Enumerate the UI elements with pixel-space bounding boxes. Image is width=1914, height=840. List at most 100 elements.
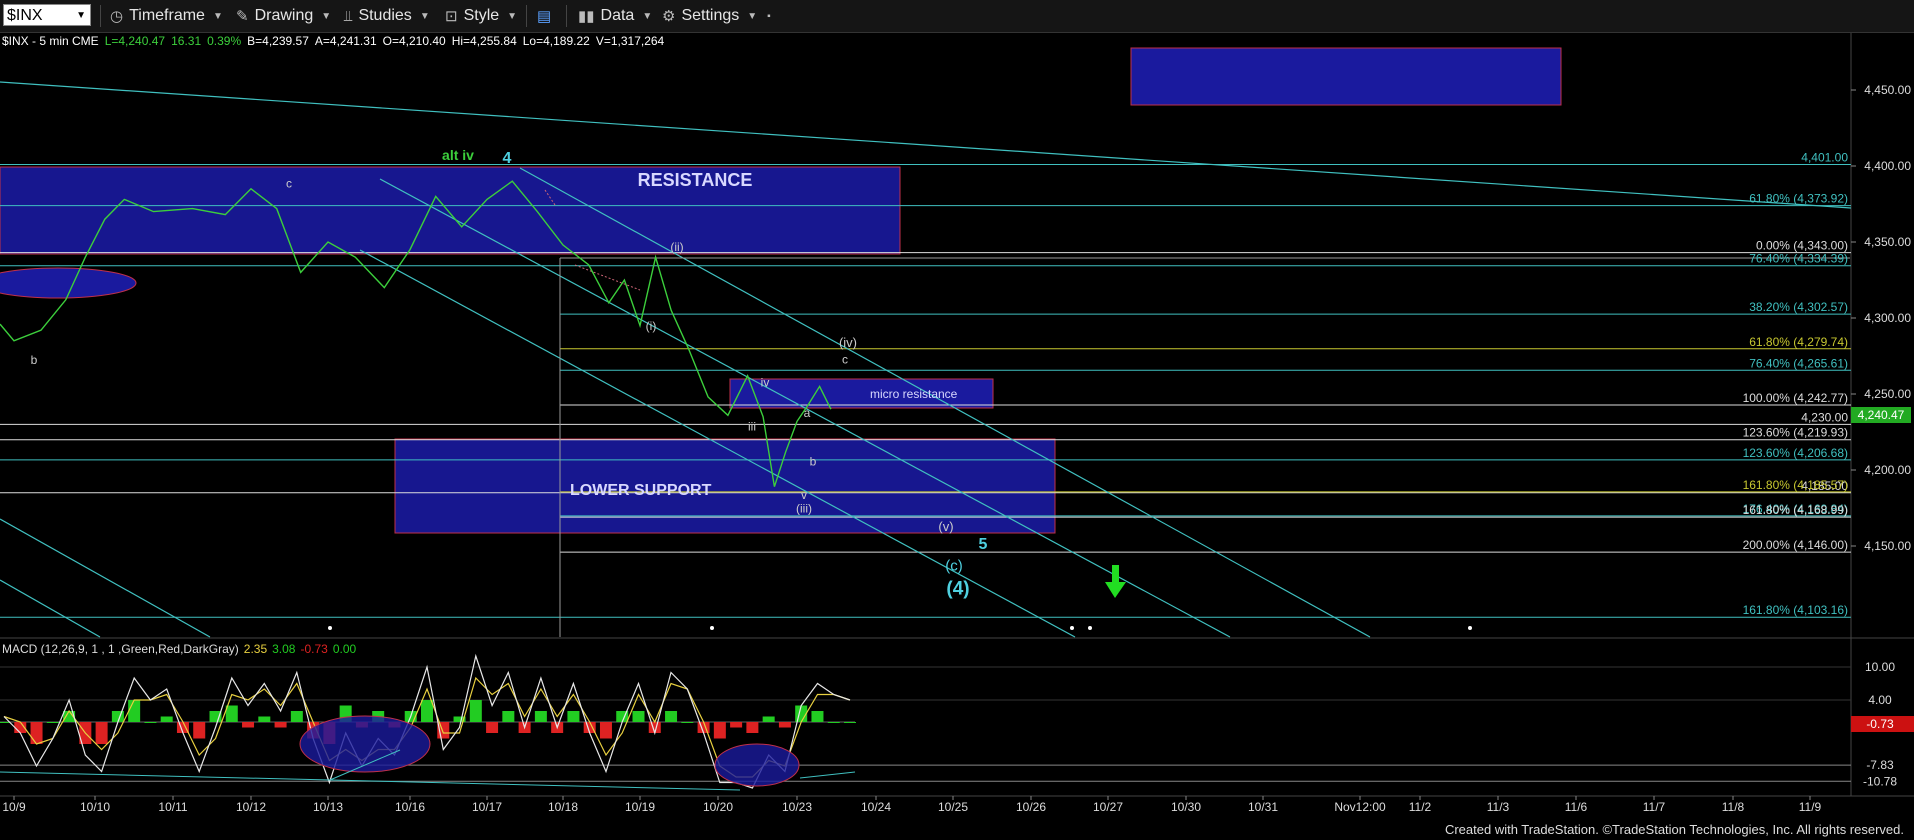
y-tick-label: 4,150.00 bbox=[1864, 539, 1911, 553]
x-tick-label: 10/10 bbox=[80, 800, 110, 814]
down-arrow-icon bbox=[1105, 565, 1126, 598]
macd-hist-bar bbox=[746, 722, 759, 733]
price-chart[interactable]: RESISTANCELOWER SUPPORTmicro resistance … bbox=[0, 0, 1914, 840]
y-tick-label: 4,450.00 bbox=[1864, 83, 1911, 97]
fib-level-label: 161.80% (4,103.16) bbox=[1743, 603, 1848, 617]
macd-hist-bar bbox=[827, 722, 840, 723]
macd-hist-bar bbox=[599, 722, 612, 739]
current-price-text: 4,240.47 bbox=[1858, 408, 1905, 422]
x-tick-label: 10/16 bbox=[395, 800, 425, 814]
fib-level-label: 161.80% (4,185.57) bbox=[1743, 478, 1848, 492]
x-tick-label: 11/3 bbox=[1487, 800, 1510, 814]
macd-legend-title: MACD (12,26,9, 1 , 1 ,Green,Red,DarkGray… bbox=[2, 642, 239, 656]
wave-label: (4) bbox=[946, 579, 969, 600]
x-tick-label: 10/19 bbox=[625, 800, 655, 814]
macd-highlight-ellipse bbox=[299, 715, 431, 773]
macd-signal-value: 3.08 bbox=[272, 642, 296, 656]
macd-hist-bar bbox=[95, 722, 108, 744]
level-labels: 4,401.00 61.80% (4,373.92) 0.00% (4,343.00… bbox=[1743, 150, 1849, 617]
x-tick-label: 11/7 bbox=[1643, 800, 1666, 814]
y-tick-label: 4,400.00 bbox=[1864, 159, 1911, 173]
y-tick-label: 4,300.00 bbox=[1864, 311, 1911, 325]
macd-hist-bar bbox=[290, 711, 303, 722]
dashed-connector bbox=[574, 264, 641, 291]
fib-level-label: 200.00% (4,146.00) bbox=[1743, 538, 1848, 552]
price-axis: 4,450.00 4,400.00 4,350.00 4,300.00 4,250.00… bbox=[1851, 83, 1911, 553]
macd-hist-bar bbox=[225, 705, 238, 722]
x-tick-label: 11/2 bbox=[1409, 800, 1432, 814]
channel-line-4 bbox=[0, 518, 211, 638]
info-low: Lo=4,189.22 bbox=[522, 34, 590, 48]
wave-label: (iv) bbox=[839, 335, 857, 350]
wave-label: v bbox=[801, 488, 807, 502]
fib-level-label: 61.80% (4,373.92) bbox=[1749, 192, 1848, 206]
macd-hist-bar bbox=[681, 722, 694, 723]
macd-hist-bar bbox=[193, 722, 206, 739]
macd-zero-value: 0.00 bbox=[332, 642, 357, 656]
wave-label: b bbox=[31, 353, 38, 367]
x-tick-label: 10/25 bbox=[938, 800, 968, 814]
wave-label: c bbox=[842, 353, 848, 367]
wave-label: b bbox=[810, 454, 817, 468]
x-tick-label: 10/31 bbox=[1248, 800, 1278, 814]
macd-hist-bar bbox=[144, 722, 157, 723]
macd-hist-bar bbox=[30, 722, 43, 744]
zone-label-resistance: RESISTANCE bbox=[638, 170, 753, 190]
macd-legend: MACD (12,26,9, 1 , 1 ,Green,Red,DarkGray… bbox=[2, 642, 361, 656]
wave-label: (iii) bbox=[796, 502, 812, 516]
time-axis: 10/9 10/10 10/11 10/12 10/13 10/16 10/17 10/18 1… bbox=[2, 796, 1822, 814]
macd-value: 2.35 bbox=[243, 642, 268, 656]
x-tick-label: 11/6 bbox=[1565, 800, 1588, 814]
baseline-dots bbox=[328, 626, 1472, 630]
lower-support-zone bbox=[394, 438, 1056, 534]
macd-current-text: -0.73 bbox=[1866, 717, 1894, 731]
macd-hist-bar bbox=[421, 700, 433, 722]
x-tick-label: 11/8 bbox=[1722, 800, 1745, 814]
x-tick-label: 10/20 bbox=[703, 800, 733, 814]
macd-highlight-ellipse bbox=[714, 743, 800, 787]
macd-hist-bar bbox=[632, 711, 645, 722]
macd-y-tick-label: 10.00 bbox=[1865, 660, 1895, 674]
fib-level-label: 76.40% (4,265.61) bbox=[1749, 356, 1848, 370]
fib-level-label: 123.60% (4,219.93) bbox=[1743, 426, 1848, 440]
info-open: O=4,210.40 bbox=[382, 34, 446, 48]
x-tick-label: 10/26 bbox=[1016, 800, 1046, 814]
x-tick-label: 10/13 bbox=[313, 800, 343, 814]
y-tick-label: 4,350.00 bbox=[1864, 235, 1911, 249]
resistance-zone bbox=[0, 166, 901, 255]
wave-label: (v) bbox=[938, 519, 953, 534]
wave-label: c bbox=[286, 176, 292, 190]
fib-level-label: 4,230.00 bbox=[1801, 410, 1848, 424]
wave-label: 4 bbox=[503, 150, 512, 167]
macd-hist-bar bbox=[811, 711, 824, 722]
y-tick-label: 4,200.00 bbox=[1864, 463, 1911, 477]
macd-pane: 10.00 4.00 -7.83 -10.78 -0.73 bbox=[0, 653, 1914, 791]
macd-y-tick-label: -10.78 bbox=[1863, 774, 1897, 788]
macd-hist-bar bbox=[534, 711, 547, 722]
fib-level-label: 123.60% (4,206.68) bbox=[1743, 446, 1848, 460]
x-tick-label: 10/12 bbox=[236, 800, 266, 814]
wave-label: iv bbox=[761, 375, 770, 389]
macd-hist-bar bbox=[713, 722, 726, 739]
footer-credit: Created with TradeStation. ©TradeStation… bbox=[1444, 822, 1904, 837]
wave-label: (i) bbox=[646, 319, 657, 333]
fib-level-label: 161.80% (4,168.99) bbox=[1743, 503, 1848, 517]
zone-label-micro-resistance: micro resistance bbox=[870, 387, 958, 401]
fib-level-label: 0.00% (4,343.00) bbox=[1756, 239, 1848, 253]
macd-hist-bar bbox=[778, 722, 791, 728]
wave-label: (c) bbox=[945, 557, 963, 574]
x-tick-label: Nov12:00 bbox=[1334, 800, 1386, 814]
macd-hist-bar bbox=[0, 722, 10, 723]
macd-hist-bar bbox=[46, 722, 59, 723]
macd-y-tick-label: -7.83 bbox=[1866, 758, 1894, 772]
macd-hist-bar bbox=[160, 716, 173, 722]
info-volume: V=1,317,264 bbox=[595, 34, 665, 48]
macd-hist-bar bbox=[844, 722, 856, 723]
macd-hist-bar bbox=[258, 716, 271, 722]
macd-y-tick-label: 4.00 bbox=[1868, 693, 1892, 707]
macd-hist-bar bbox=[502, 711, 515, 722]
symbol-info-line: $INX - 5 min CME L=4,240.47 16.31 0.39% B=4,… bbox=[2, 34, 670, 48]
fib-level-label: 76.40% (4,334.39) bbox=[1749, 252, 1848, 266]
upper-target-zone bbox=[1130, 47, 1562, 106]
macd-hist-bar bbox=[762, 716, 775, 722]
